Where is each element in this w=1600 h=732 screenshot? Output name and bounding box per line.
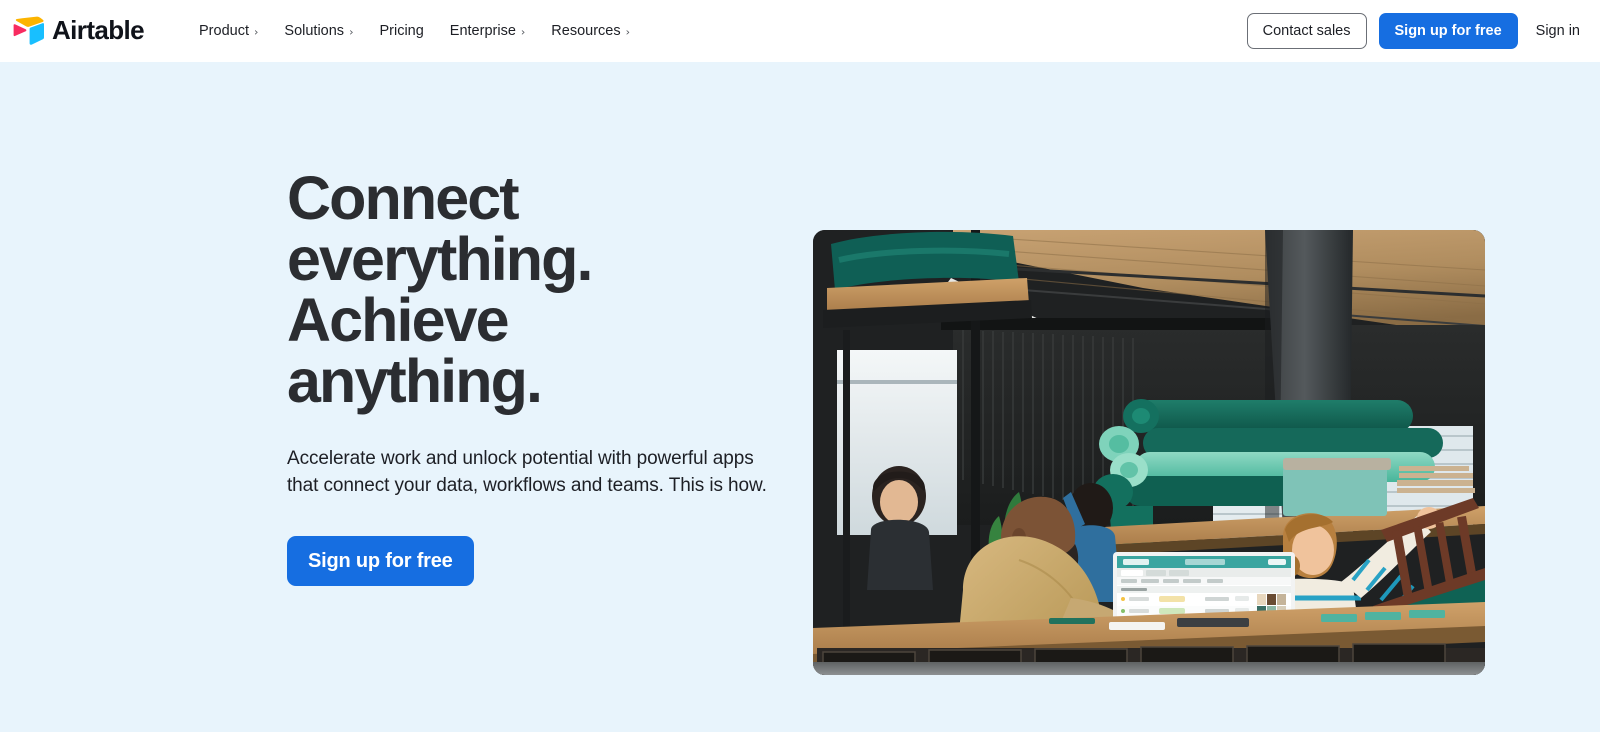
hero-copy: Connect everything. Achieve anything. Ac… bbox=[287, 168, 807, 586]
site-header: Airtable Product › Solutions › Pricing E… bbox=[0, 0, 1600, 62]
nav-item-label: Product bbox=[199, 23, 249, 39]
header-actions: Contact sales Sign up for free Sign in bbox=[1246, 12, 1584, 50]
hero-title-line: everything. bbox=[287, 225, 593, 293]
contact-sales-button[interactable]: Contact sales bbox=[1246, 12, 1367, 50]
brand-name: Airtable bbox=[52, 15, 145, 45]
header-signup-button[interactable]: Sign up for free bbox=[1378, 12, 1518, 50]
nav-item-enterprise[interactable]: Enterprise › bbox=[437, 15, 539, 47]
hero-subtitle: Accelerate work and unlock potential wit… bbox=[287, 448, 767, 496]
chevron-right-icon: › bbox=[625, 25, 631, 38]
nav-item-label: Solutions bbox=[284, 23, 345, 39]
nav-item-pricing[interactable]: Pricing bbox=[366, 15, 436, 47]
brand-logo-link[interactable]: Airtable bbox=[12, 15, 145, 46]
page-title: Connect everything. Achieve anything. bbox=[287, 168, 807, 412]
hero-signup-button[interactable]: Sign up for free bbox=[287, 535, 474, 586]
main-navigation: Product › Solutions › Pricing Enterprise… bbox=[186, 15, 643, 47]
chevron-right-icon: › bbox=[520, 25, 526, 38]
nav-item-label: Pricing bbox=[379, 23, 424, 39]
hero-image bbox=[813, 230, 1485, 675]
airtable-cube-logo-icon bbox=[13, 16, 44, 45]
nav-item-resources[interactable]: Resources › bbox=[538, 15, 643, 47]
chevron-right-icon: › bbox=[254, 25, 259, 38]
hero-title-line: Connect bbox=[287, 164, 520, 232]
hero-section: Connect everything. Achieve anything. Ac… bbox=[0, 62, 1600, 732]
nav-item-label: Resources bbox=[551, 23, 621, 39]
nav-item-label: Enterprise bbox=[449, 23, 516, 39]
nav-item-solutions[interactable]: Solutions › bbox=[271, 15, 366, 47]
nav-item-product[interactable]: Product › bbox=[186, 15, 271, 47]
chevron-right-icon: › bbox=[349, 25, 354, 38]
sign-in-link[interactable]: Sign in bbox=[1530, 17, 1584, 45]
hero-title-line: Achieve bbox=[287, 286, 510, 354]
hero-title-line: anything. bbox=[287, 347, 543, 415]
